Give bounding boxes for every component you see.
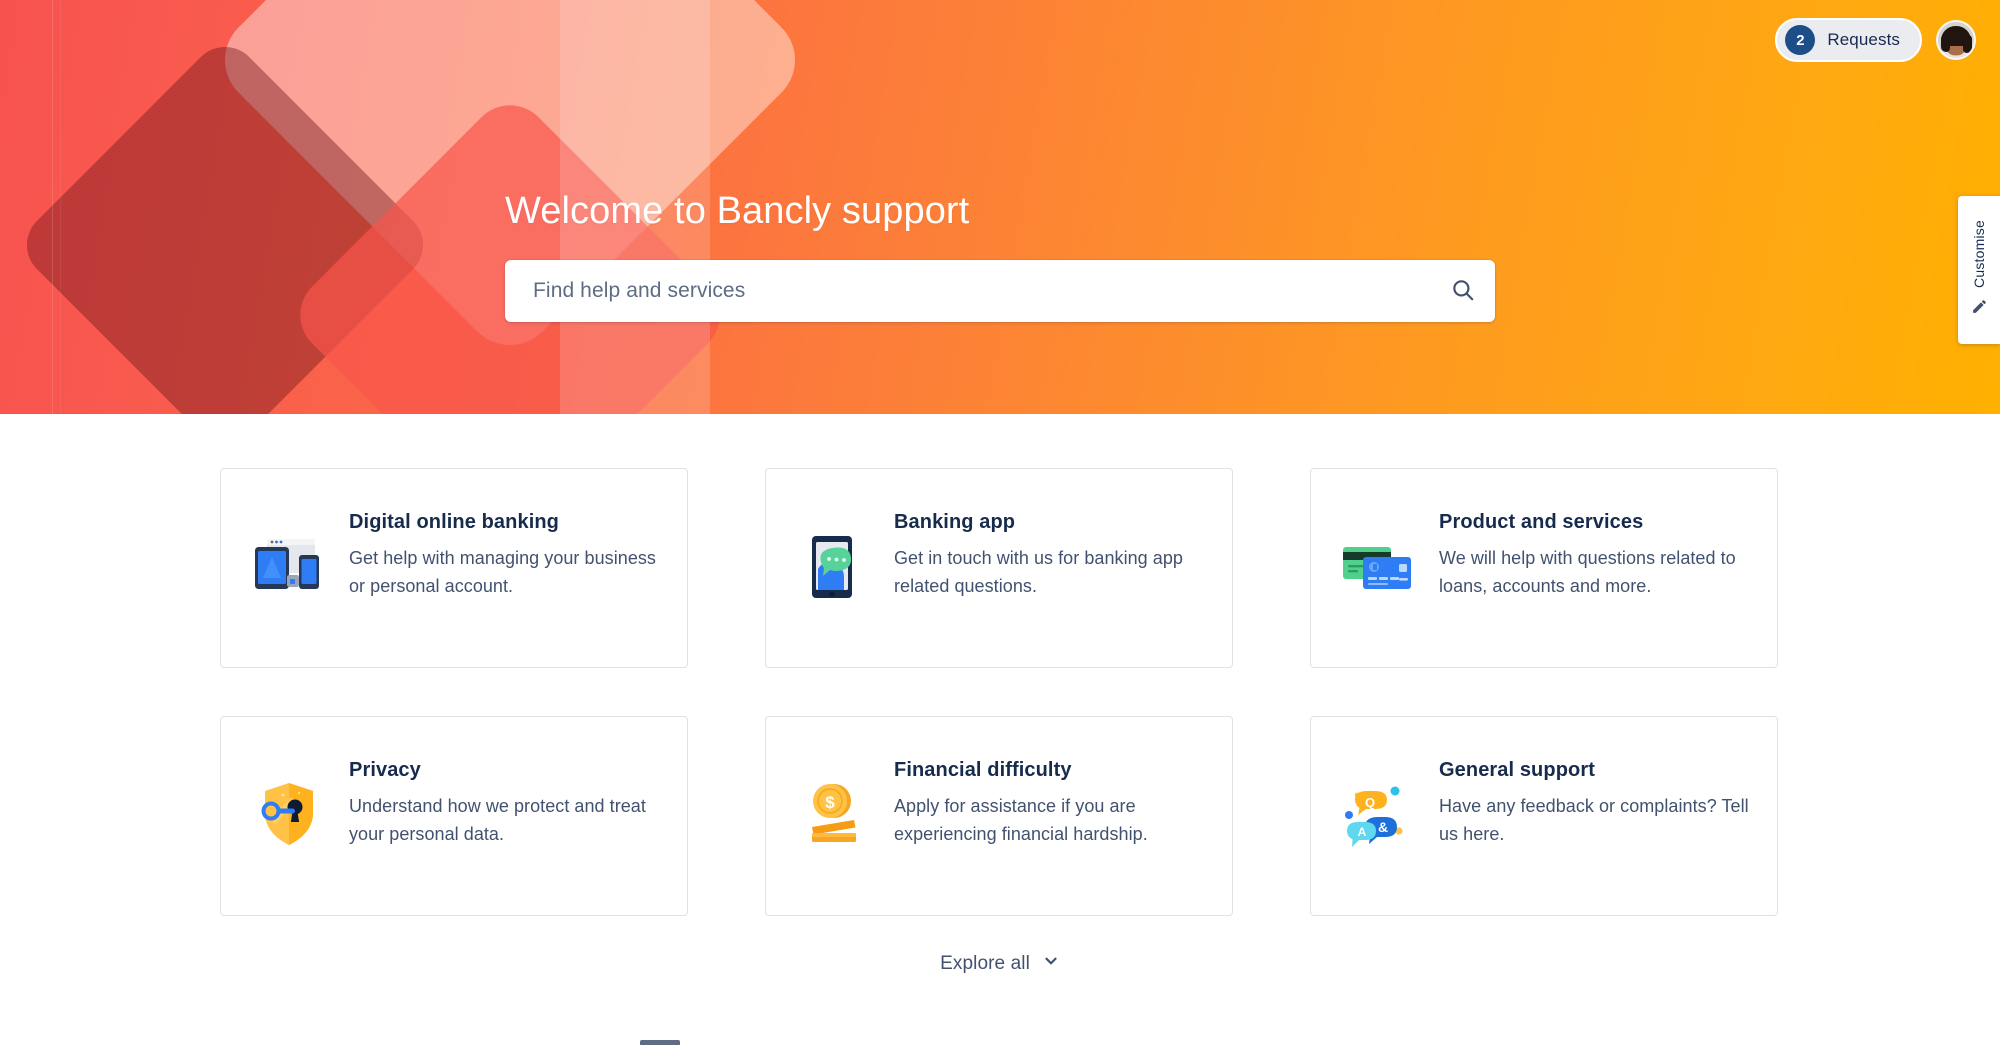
search-bar[interactable] xyxy=(505,260,1495,322)
card-title: Privacy xyxy=(349,759,421,781)
shield-key-icon xyxy=(247,779,331,849)
avatar-hair-right xyxy=(1963,35,1972,53)
explore-all-label[interactable]: Explore all xyxy=(940,953,1030,975)
svg-text:&: & xyxy=(1378,819,1388,835)
card-description: Have any feedback or complaints? Tell us… xyxy=(1439,796,1749,844)
explore-all-row[interactable]: Explore all xyxy=(0,952,2000,975)
search-submit-button[interactable] xyxy=(1431,261,1495,321)
card-title: Banking app xyxy=(894,511,1016,533)
chevron-down-icon[interactable] xyxy=(1042,952,1060,975)
pencil-icon xyxy=(1971,298,1988,320)
top-right-bar: 2 Requests xyxy=(1775,18,1976,62)
category-card-general-support[interactable]: Q & A General support Have any feedback … xyxy=(1310,716,1778,916)
hero-content: Welcome to Bancly support xyxy=(0,0,2000,414)
card-body: Banking app Get in touch with us for ban… xyxy=(894,509,1206,600)
card-description: Get help with managing your business or … xyxy=(349,548,656,596)
avatar[interactable] xyxy=(1936,20,1976,60)
credit-cards-icon xyxy=(1337,531,1421,601)
requests-count-badge: 2 xyxy=(1785,25,1816,55)
help-center-page: Welcome to Bancly support 2 Requests xyxy=(0,0,2000,1045)
search-input[interactable] xyxy=(505,261,1431,321)
customise-label: Customise xyxy=(1971,220,1987,288)
svg-text:Q: Q xyxy=(1365,795,1375,810)
card-body: Privacy Understand how we protect and tr… xyxy=(349,757,661,848)
category-card-grid: Digital online banking Get help with man… xyxy=(220,468,1780,916)
card-title: Financial difficulty xyxy=(894,759,1072,781)
card-body: Digital online banking Get help with man… xyxy=(349,509,661,600)
category-card-digital-online-banking[interactable]: Digital online banking Get help with man… xyxy=(220,468,688,668)
requests-button[interactable]: 2 Requests xyxy=(1775,18,1922,62)
coins-icon: $ xyxy=(792,779,876,849)
avatar-hair-left xyxy=(1941,35,1950,52)
requests-label: Requests xyxy=(1827,30,1900,49)
card-body: Financial difficulty Apply for assistanc… xyxy=(894,757,1206,848)
category-card-product-and-services[interactable]: Product and services We will help with q… xyxy=(1310,468,1778,668)
category-card-financial-difficulty[interactable]: $ Financial difficulty Apply for assista… xyxy=(765,716,1233,916)
qa-bubbles-icon: Q & A xyxy=(1337,779,1421,849)
footer-divider-peek xyxy=(640,1040,680,1045)
card-body: Product and services We will help with q… xyxy=(1439,509,1751,600)
card-title: Digital online banking xyxy=(349,511,559,533)
card-title: General support xyxy=(1439,759,1595,781)
card-description: Get in touch with us for banking app rel… xyxy=(894,548,1183,596)
category-card-banking-app[interactable]: Banking app Get in touch with us for ban… xyxy=(765,468,1233,668)
card-title: Product and services xyxy=(1439,511,1644,533)
category-card-privacy[interactable]: Privacy Understand how we protect and tr… xyxy=(220,716,688,916)
card-description: Understand how we protect and treat your… xyxy=(349,796,646,844)
customise-tab[interactable]: Customise xyxy=(1958,196,2000,344)
search-icon xyxy=(1450,277,1476,306)
svg-text:A: A xyxy=(1358,825,1367,839)
card-body: General support Have any feedback or com… xyxy=(1439,757,1751,848)
page-title: Welcome to Bancly support xyxy=(505,190,970,232)
card-description: We will help with questions related to l… xyxy=(1439,548,1736,596)
card-description: Apply for assistance if you are experien… xyxy=(894,796,1148,844)
mobile-chat-icon xyxy=(792,531,876,601)
hero-banner: Welcome to Bancly support xyxy=(0,0,2000,414)
svg-text:$: $ xyxy=(825,793,835,812)
devices-icon xyxy=(247,531,331,601)
